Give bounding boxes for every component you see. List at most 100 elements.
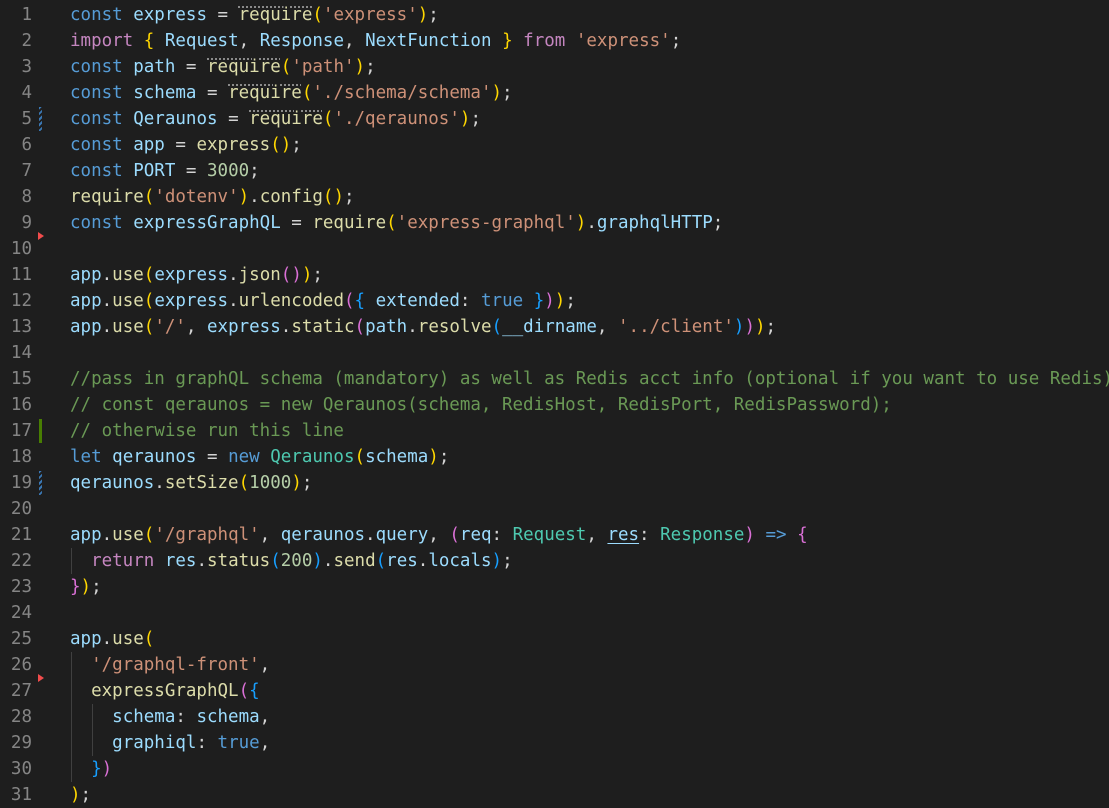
line-content[interactable]: require('dotenv').config(); — [70, 184, 355, 210]
code-line[interactable]: 20 — [0, 496, 1109, 522]
code-token: ) — [554, 291, 566, 311]
line-content[interactable]: graphiql: true, — [70, 730, 270, 756]
code-line[interactable]: 18 let qeraunos = new Qeraunos(schema); — [0, 444, 1109, 470]
code-token: expressGraphQL — [91, 681, 239, 701]
code-line[interactable]: 1 const express = require('express'); — [0, 2, 1109, 28]
code-token: new — [228, 447, 260, 467]
code-token: . — [101, 291, 113, 311]
line-content[interactable]: const expressGraphQL = require('express-… — [70, 210, 723, 236]
line-content[interactable]: //pass in graphQL schema (mandatory) as … — [70, 366, 1109, 392]
code-line[interactable]: 31); — [0, 782, 1109, 808]
code-line[interactable]: 30 }) — [0, 756, 1109, 782]
code-line[interactable]: 2 import { Request, Response, NextFunctio… — [0, 28, 1109, 54]
line-content[interactable]: const PORT = 3000; — [70, 158, 260, 184]
code-line[interactable]: 28 schema: schema, — [0, 704, 1109, 730]
line-content[interactable]: ); — [70, 782, 91, 808]
code-line[interactable]: 15 //pass in graphQL schema (mandatory) a… — [0, 366, 1109, 392]
code-token: schema — [365, 447, 429, 467]
line-content[interactable]: const express = require('express'); — [70, 2, 439, 28]
line-number: 12 — [10, 291, 32, 311]
code-token: , — [259, 707, 271, 727]
line-content[interactable]: import { Request, Response, NextFunction… — [70, 28, 681, 54]
code-line[interactable]: 23}); — [0, 574, 1109, 600]
gutter-deleted-marker[interactable] — [38, 674, 44, 682]
code-token: . — [101, 629, 113, 649]
code-token: qeraunos — [112, 447, 197, 467]
code-token: ( — [322, 109, 334, 129]
code-token: ) — [459, 109, 471, 129]
line-content[interactable]: return res.status(200).send(res.locals); — [70, 548, 513, 574]
code-token: . — [417, 551, 429, 571]
line-content[interactable]: app.use(express.urlencoded({ extended: t… — [70, 288, 576, 314]
code-line[interactable]: 14 — [0, 340, 1109, 366]
code-line[interactable]: 27 expressGraphQL({ — [0, 674, 1109, 704]
code-line[interactable]: 22 return res.status(200).send(res.local… — [0, 548, 1109, 574]
code-line[interactable]: 8 require('dotenv').config(); — [0, 184, 1109, 210]
code-line[interactable]: 12 app.use(express.urlencoded({ extended:… — [0, 288, 1109, 314]
line-content[interactable]: app.use('/', express.static(path.resolve… — [70, 314, 776, 340]
line-content[interactable]: expressGraphQL({ — [70, 678, 260, 704]
line-content[interactable]: const Qeraunos = require('./qeraunos'); — [70, 106, 481, 132]
code-line[interactable]: 25 app.use( — [0, 626, 1109, 652]
line-content[interactable]: app.use(express.json()); — [70, 262, 323, 288]
line-content[interactable]: qeraunos.setSize(1000); — [70, 470, 312, 496]
code-token: ; — [502, 551, 513, 571]
code-token: = — [207, 5, 239, 25]
code-line[interactable]: 16 // const qeraunos = new Qeraunos(schem… — [0, 392, 1109, 418]
line-content[interactable]: let qeraunos = new Qeraunos(schema); — [70, 444, 449, 470]
code-line[interactable]: 3 const path = require('path'); — [0, 54, 1109, 80]
code-token: ) — [70, 785, 81, 805]
code-line[interactable]: 11 app.use(express.json()); — [0, 262, 1109, 288]
gutter-modified-marker[interactable] — [39, 107, 42, 131]
code-line[interactable]: 6 const app = express(); — [0, 132, 1109, 158]
line-content[interactable]: }); — [70, 574, 102, 600]
line-number: 18 — [10, 447, 32, 467]
code-line[interactable]: 7 const PORT = 3000; — [0, 158, 1109, 184]
code-token: const — [70, 57, 123, 77]
code-token: send — [333, 551, 376, 571]
code-token: ; — [91, 577, 102, 597]
line-content[interactable]: app.use('/graphql', qeraunos.query, (req… — [70, 522, 808, 548]
code-token: ) — [301, 265, 313, 285]
code-line[interactable]: 4 const schema = require('./schema/schema… — [0, 80, 1109, 106]
line-content[interactable]: const path = require('path'); — [70, 54, 376, 80]
code-token: , — [259, 525, 281, 545]
code-token: // const qeraunos = new Qeraunos(schema,… — [70, 395, 892, 415]
line-content[interactable]: const schema = require('./schema/schema'… — [70, 80, 513, 106]
code-editor[interactable]: 1 const express = require('express'); 2 imp… — [0, 0, 1109, 808]
code-token: () — [280, 265, 302, 285]
code-line[interactable]: 29 graphiql: true, — [0, 730, 1109, 756]
code-line[interactable]: 10 — [0, 232, 1109, 262]
code-line[interactable]: 17 // otherwise run this line — [0, 418, 1109, 444]
code-line[interactable]: 24 — [0, 600, 1109, 626]
line-content[interactable]: // const qeraunos = new Qeraunos(schema,… — [70, 392, 892, 418]
code-token: graphqlHTTP — [596, 213, 713, 233]
code-token: // otherwise run this line — [70, 421, 344, 441]
code-token: . — [322, 551, 334, 571]
gutter-modified-marker[interactable] — [39, 471, 42, 495]
line-content[interactable]: schema: schema, — [70, 704, 270, 730]
code-line[interactable]: 21 app.use('/graphql', qeraunos.query, (r… — [0, 522, 1109, 548]
line-content[interactable]: }) — [70, 756, 112, 782]
code-token: ( — [238, 473, 250, 493]
line-content[interactable]: // otherwise run this line — [70, 418, 344, 444]
code-token: , — [185, 317, 207, 337]
gutter-added-marker[interactable] — [39, 419, 42, 443]
code-line[interactable]: 5 const Qeraunos = require('./qeraunos'); — [0, 106, 1109, 132]
code-token: qeraunos — [70, 473, 155, 493]
code-token: res — [607, 525, 640, 545]
line-content[interactable]: const app = express(); — [70, 132, 302, 158]
gutter-deleted-marker[interactable] — [38, 232, 44, 240]
code-line[interactable]: 9 const expressGraphQL = require('express… — [0, 210, 1109, 236]
code-line[interactable]: 26 '/graphql-front', — [0, 652, 1109, 678]
line-content[interactable]: app.use( — [70, 626, 154, 652]
code-token: ; — [502, 83, 513, 103]
line-content[interactable]: '/graphql-front', — [70, 652, 270, 678]
code-line[interactable]: 19 qeraunos.setSize(1000); — [0, 470, 1109, 496]
code-token: const — [70, 83, 123, 103]
code-token: () — [270, 135, 292, 155]
code-line[interactable]: 13 app.use('/', express.static(path.resol… — [0, 314, 1109, 340]
